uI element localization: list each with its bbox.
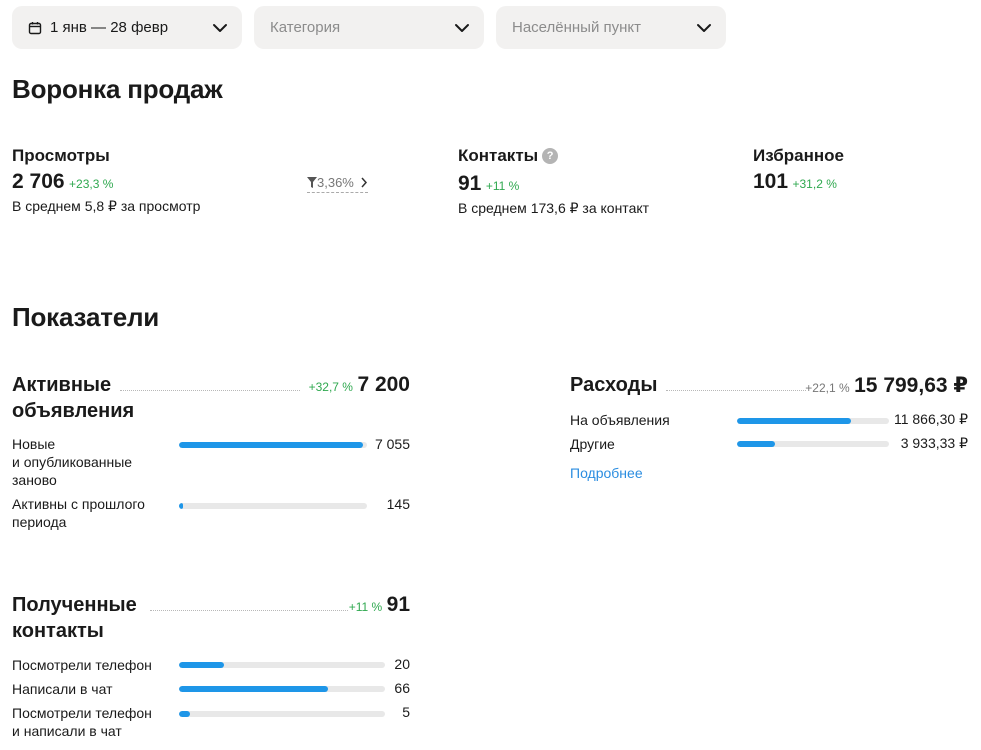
calendar-icon <box>28 21 42 34</box>
favorites-value: 101 <box>753 170 789 193</box>
list-item: Новые и опубликованные заново <box>12 435 132 489</box>
row-value: 145 <box>386 496 410 512</box>
progress-bar <box>737 441 889 447</box>
contacts-block-delta: +11 % <box>348 600 383 614</box>
row-value: 7 055 <box>374 436 410 452</box>
active-ads-title-line1: Активные <box>12 374 112 396</box>
expenses-value: 15 799,63 ₽ <box>854 374 968 397</box>
row-label: Написали в чат <box>12 681 113 697</box>
views-average: В среднем 5,8 ₽ за просмотр <box>12 198 201 214</box>
progress-fill <box>179 686 329 692</box>
contacts-average: В среднем 173,6 ₽ за контакт <box>458 200 650 216</box>
chevron-down-icon <box>455 23 469 32</box>
indicators-title: Показатели <box>12 302 160 332</box>
row-label: Активны с прошлого <box>12 496 145 512</box>
contacts-delta: +11 % <box>485 179 520 193</box>
row-label: и написали в чат <box>12 723 122 739</box>
help-icon[interactable]: ? <box>542 148 559 164</box>
progress-fill <box>179 711 191 717</box>
date-range-value: 1 янв — 28 февр <box>50 19 169 36</box>
favorites-delta: +31,2 % <box>792 177 837 191</box>
funnel-icon <box>307 177 317 188</box>
progress-bar <box>179 662 385 668</box>
progress-fill <box>737 418 852 424</box>
progress-bar <box>737 418 889 424</box>
row-label: Посмотрели телефон <box>12 657 152 673</box>
expenses-more-link[interactable]: Подробнее <box>570 465 643 481</box>
contacts-title-line1: Полученные <box>12 594 137 616</box>
progress-bar <box>179 503 367 509</box>
locality-placeholder: Населённый пункт <box>512 19 642 36</box>
dotted-leader <box>666 390 806 391</box>
row-value: 11 866,30 ₽ <box>893 411 968 427</box>
expenses-delta: +22,1 % <box>805 381 850 395</box>
contacts-value: 91 <box>458 172 482 195</box>
chevron-down-icon <box>697 23 711 32</box>
chevron-down-icon <box>213 23 227 32</box>
active-ads-title-line2: объявления <box>12 400 135 422</box>
contacts-label: Контакты <box>458 146 539 165</box>
dotted-leader <box>120 390 300 391</box>
row-value: 20 <box>394 656 410 672</box>
progress-fill <box>737 441 775 447</box>
list-item: Посмотрели телефон <box>12 656 152 674</box>
row-label: периода <box>12 514 67 530</box>
row-value: 5 <box>402 704 410 720</box>
date-range-select[interactable]: 1 янв — 28 февр <box>12 6 242 49</box>
contacts-title-line2: контакты <box>12 620 104 642</box>
progress-fill <box>179 442 364 448</box>
active-ads-title: Активные объявления <box>12 372 134 424</box>
row-label: и опубликованные <box>12 454 133 470</box>
row-value: 3 933,33 ₽ <box>900 435 968 451</box>
progress-bar <box>179 711 385 717</box>
row-label: Новые <box>12 436 56 452</box>
list-item: Написали в чат <box>12 680 112 698</box>
views-label: Просмотры <box>12 146 110 165</box>
contacts-metric: Контакты? 91 +11 % В среднем 173,6 ₽ за … <box>458 146 649 217</box>
row-label: заново <box>12 472 57 488</box>
row-value: 66 <box>394 680 410 696</box>
progress-bar <box>179 442 367 448</box>
list-item: Активны с прошлого периода <box>12 495 145 531</box>
favorites-label: Избранное <box>753 146 844 165</box>
views-value: 2 706 <box>12 170 65 193</box>
progress-bar <box>179 686 385 692</box>
conversion-value: 3,36% <box>317 175 354 190</box>
expenses-row-other-label: Другие <box>570 436 615 452</box>
active-ads-delta: +32,7 % <box>308 380 353 394</box>
contacts-block-value: 91 <box>386 593 410 616</box>
views-metric: Просмотры 2 706 +23,3 % В среднем 5,8 ₽ … <box>12 146 200 215</box>
chevron-right-icon <box>360 177 367 188</box>
conversion-link[interactable]: 3,36% <box>307 174 368 193</box>
contacts-block-title: Полученные контакты <box>12 592 137 644</box>
active-ads-value: 7 200 <box>357 373 410 396</box>
progress-fill <box>179 662 225 668</box>
dotted-leader <box>150 610 348 611</box>
list-item: Посмотрели телефон и написали в чат <box>12 704 152 740</box>
locality-select[interactable]: Населённый пункт <box>496 6 726 49</box>
expenses-total: +22,1 % 15 799,63 ₽ <box>805 373 968 398</box>
contacts-total: +11 % 91 <box>349 593 410 617</box>
expenses-title: Расходы <box>570 374 658 396</box>
active-ads-total: +32,7 % 7 200 <box>309 373 410 397</box>
favorites-metric: Избранное 101 +31,2 % <box>753 146 844 194</box>
category-select[interactable]: Категория <box>254 6 484 49</box>
funnel-title: Воронка продаж <box>12 74 223 104</box>
views-delta: +23,3 % <box>69 177 114 191</box>
progress-fill <box>179 503 183 509</box>
category-placeholder: Категория <box>270 19 341 36</box>
expenses-row-ads-label: На объявления <box>570 412 670 428</box>
row-label: Посмотрели телефон <box>12 705 152 721</box>
